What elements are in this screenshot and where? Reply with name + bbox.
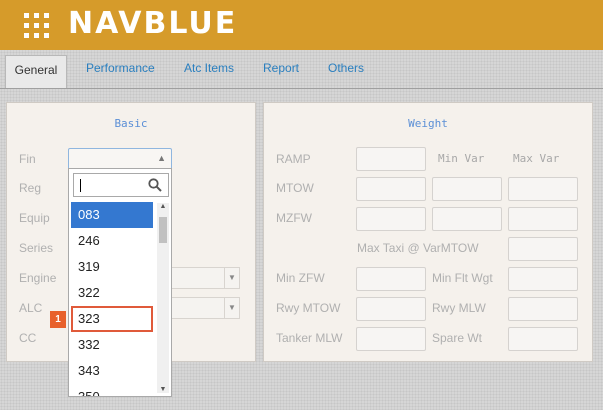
ramp-input[interactable] xyxy=(356,147,426,171)
tab-performance[interactable]: Performance xyxy=(86,61,155,75)
weight-panel-title: Weight xyxy=(408,117,448,130)
min-zfw-label: Min ZFW xyxy=(276,271,325,285)
fin-option-083[interactable]: 083 xyxy=(71,202,153,228)
equip-label: Equip xyxy=(19,211,50,225)
tanker-mlw-input[interactable] xyxy=(356,327,426,351)
fin-option-322[interactable]: 322 xyxy=(69,280,155,306)
max-taxi-label: Max Taxi @ VarMTOW xyxy=(357,241,479,255)
navblue-logo: NAVBLUE xyxy=(68,6,238,41)
scroll-up-icon[interactable]: ▲ xyxy=(157,203,169,210)
fin-search-input[interactable] xyxy=(73,173,169,197)
dropdown-scrollbar[interactable]: ▲ ▼ xyxy=(157,203,169,393)
mtow-label: MTOW xyxy=(276,181,314,195)
max-var-header: Max Var xyxy=(513,152,560,165)
weight-panel: Weight xyxy=(263,102,593,362)
min-flt-wgt-input[interactable] xyxy=(508,267,578,291)
rwy-mlw-label: Rwy MLW xyxy=(432,301,486,315)
fin-option-319[interactable]: 319 xyxy=(69,254,155,280)
alc-select[interactable]: ▼ xyxy=(170,297,240,319)
fin-option-343[interactable]: 343 xyxy=(69,358,155,384)
tab-atc-items[interactable]: Atc Items xyxy=(184,61,234,75)
mtow-input[interactable] xyxy=(356,177,426,201)
series-label: Series xyxy=(19,241,54,255)
chevron-up-icon: ▲ xyxy=(157,153,166,163)
tab-report[interactable]: Report xyxy=(263,61,299,75)
ramp-label: RAMP xyxy=(276,152,311,166)
min-zfw-input[interactable] xyxy=(356,267,426,291)
rwy-mlw-input[interactable] xyxy=(508,297,578,321)
chevron-down-icon: ▼ xyxy=(224,298,239,318)
search-icon xyxy=(148,178,162,192)
app-header: NAVBLUE xyxy=(0,0,603,50)
chevron-down-icon: ▼ xyxy=(224,268,239,288)
basic-panel-title: Basic xyxy=(114,117,148,130)
fin-option-332[interactable]: 332 xyxy=(69,332,155,358)
min-var-header: Min Var xyxy=(438,152,485,165)
fin-option-246[interactable]: 246 xyxy=(69,228,155,254)
grid-menu-icon[interactable] xyxy=(24,13,52,39)
engine-label: Engine xyxy=(19,271,57,285)
tab-general[interactable]: General xyxy=(5,55,67,88)
rwy-mtow-label: Rwy MTOW xyxy=(276,301,341,315)
rwy-mtow-input[interactable] xyxy=(356,297,426,321)
fin-options: 083 246 319 322 323 332 343 350 xyxy=(69,202,155,396)
fin-option-323[interactable]: 323 xyxy=(71,306,153,332)
cc-label: CC xyxy=(19,331,37,345)
tab-others[interactable]: Others xyxy=(328,61,364,75)
mtow-max-var-input[interactable] xyxy=(508,177,578,201)
fin-option-350[interactable]: 350 xyxy=(69,384,155,396)
scroll-down-icon[interactable]: ▼ xyxy=(157,386,169,393)
mtow-min-var-input[interactable] xyxy=(432,177,502,201)
text-cursor xyxy=(80,179,81,192)
tanker-mlw-label: Tanker MLW xyxy=(276,331,343,345)
mzfw-input[interactable] xyxy=(356,207,426,231)
scroll-thumb[interactable] xyxy=(159,217,167,243)
mzfw-max-var-input[interactable] xyxy=(508,207,578,231)
reg-label: Reg xyxy=(19,181,42,195)
step-badge: 1 xyxy=(50,311,66,328)
alc-label: ALC xyxy=(19,301,43,315)
max-taxi-input[interactable] xyxy=(508,237,578,261)
min-flt-wgt-label: Min Flt Wgt xyxy=(432,271,493,285)
mzfw-label: MZFW xyxy=(276,211,312,225)
mzfw-min-var-input[interactable] xyxy=(432,207,502,231)
engine-select[interactable]: ▼ xyxy=(170,267,240,289)
spare-wt-input[interactable] xyxy=(508,327,578,351)
fin-dropdown-list: 083 246 319 322 323 332 343 350 ▲ ▼ xyxy=(68,168,172,397)
tab-bar: General Performance Atc Items Report Oth… xyxy=(0,50,603,89)
fin-label: Fin xyxy=(19,152,36,166)
spare-wt-label: Spare Wt xyxy=(432,331,483,345)
